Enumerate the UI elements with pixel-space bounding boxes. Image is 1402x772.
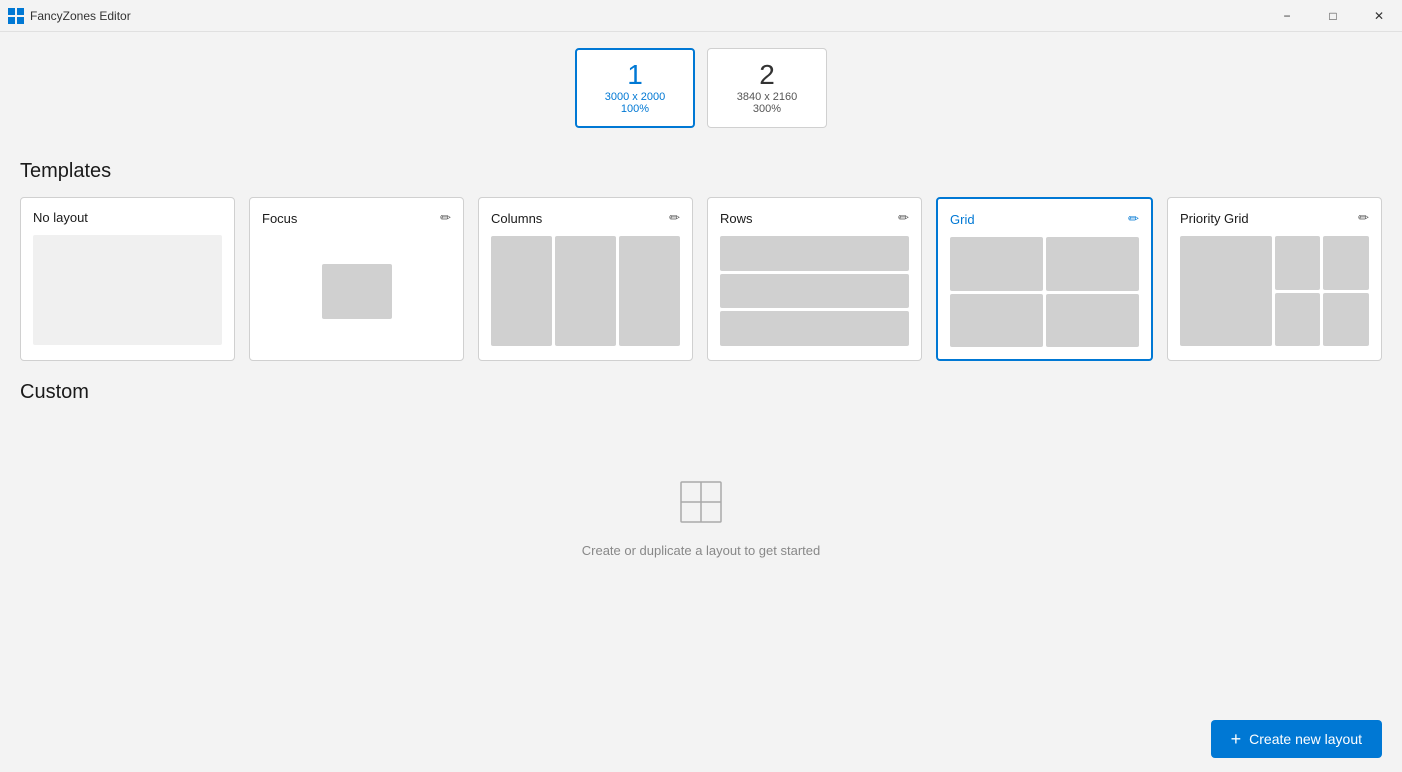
close-button[interactable]: ✕ bbox=[1356, 0, 1402, 32]
monitor-card-2[interactable]: 2 3840 x 2160 300% bbox=[707, 48, 827, 128]
preview-grid bbox=[950, 237, 1139, 347]
template-card-priority-grid[interactable]: Priority Grid ✏ bbox=[1167, 197, 1382, 361]
window-controls: − □ ✕ bbox=[1264, 0, 1402, 32]
template-card-no-layout[interactable]: No layout bbox=[20, 197, 235, 361]
priority-grid-edit-icon[interactable]: ✏ bbox=[1358, 210, 1369, 226]
template-focus-name: Focus bbox=[262, 211, 297, 226]
monitor-2-scale: 300% bbox=[753, 103, 781, 115]
custom-empty-icon bbox=[677, 478, 725, 531]
minimize-button[interactable]: − bbox=[1264, 0, 1310, 32]
focus-main-zone bbox=[322, 264, 392, 319]
col-zone-1 bbox=[491, 236, 552, 346]
preview-priority-grid bbox=[1180, 236, 1369, 346]
priority-small-zone-1 bbox=[1275, 236, 1321, 290]
custom-empty-text: Create or duplicate a layout to get star… bbox=[582, 543, 820, 558]
preview-columns bbox=[491, 236, 680, 346]
rows-edit-icon[interactable]: ✏ bbox=[898, 210, 909, 226]
monitor-selector: 1 3000 x 2000 100% 2 3840 x 2160 300% bbox=[0, 32, 1402, 140]
row-zone-3 bbox=[720, 311, 909, 346]
focus-edit-icon[interactable]: ✏ bbox=[440, 210, 451, 226]
monitor-2-number: 2 bbox=[759, 61, 775, 89]
monitor-1-number: 1 bbox=[627, 61, 643, 89]
preview-no-layout bbox=[33, 235, 222, 345]
row-zone-2 bbox=[720, 274, 909, 309]
bottom-bar: + Create new layout bbox=[1191, 706, 1402, 772]
col-zone-2 bbox=[555, 236, 616, 346]
monitor-card-1[interactable]: 1 3000 x 2000 100% bbox=[575, 48, 695, 128]
templates-row: No layout Focus ✏ Columns ✏ bbox=[20, 197, 1382, 361]
title-bar: FancyZones Editor − □ ✕ bbox=[0, 0, 1402, 32]
template-columns-name: Columns bbox=[491, 211, 542, 226]
maximize-button[interactable]: □ bbox=[1310, 0, 1356, 32]
custom-empty-state: Create or duplicate a layout to get star… bbox=[20, 418, 1382, 618]
create-btn-label: Create new layout bbox=[1249, 731, 1362, 747]
grid-zone-4 bbox=[1046, 294, 1139, 348]
template-card-grid[interactable]: Grid ✏ bbox=[936, 197, 1153, 361]
priority-small-zone-3 bbox=[1275, 293, 1321, 347]
template-card-rows[interactable]: Rows ✏ bbox=[707, 197, 922, 361]
preview-focus bbox=[262, 236, 451, 346]
template-no-layout-name: No layout bbox=[33, 210, 88, 225]
grid-zone-1 bbox=[950, 237, 1043, 291]
grid-zone-2 bbox=[1046, 237, 1139, 291]
col-zone-3 bbox=[619, 236, 680, 346]
main-content: Templates No layout Focus ✏ Columns ✏ bbox=[0, 140, 1402, 772]
columns-edit-icon[interactable]: ✏ bbox=[669, 210, 680, 226]
template-grid-name: Grid bbox=[950, 212, 975, 227]
priority-small-zone-2 bbox=[1323, 236, 1369, 290]
custom-section-title: Custom bbox=[20, 381, 1382, 404]
app-title: FancyZones Editor bbox=[30, 9, 131, 23]
monitor-1-resolution: 3000 x 2000 bbox=[605, 91, 666, 103]
monitor-2-resolution: 3840 x 2160 bbox=[737, 91, 798, 103]
preview-rows bbox=[720, 236, 909, 346]
create-btn-plus-icon: + bbox=[1231, 730, 1242, 748]
priority-main-zone bbox=[1180, 236, 1272, 346]
template-priority-grid-name: Priority Grid bbox=[1180, 211, 1249, 226]
grid-zone-3 bbox=[950, 294, 1043, 348]
templates-section-title: Templates bbox=[20, 160, 1382, 183]
template-card-focus[interactable]: Focus ✏ bbox=[249, 197, 464, 361]
grid-edit-icon[interactable]: ✏ bbox=[1128, 211, 1139, 227]
template-card-columns[interactable]: Columns ✏ bbox=[478, 197, 693, 361]
monitor-1-scale: 100% bbox=[621, 103, 649, 115]
app-icon bbox=[8, 8, 24, 24]
create-new-layout-button[interactable]: + Create new layout bbox=[1211, 720, 1382, 758]
template-rows-name: Rows bbox=[720, 211, 753, 226]
priority-small-zone-4 bbox=[1323, 293, 1369, 347]
row-zone-1 bbox=[720, 236, 909, 271]
